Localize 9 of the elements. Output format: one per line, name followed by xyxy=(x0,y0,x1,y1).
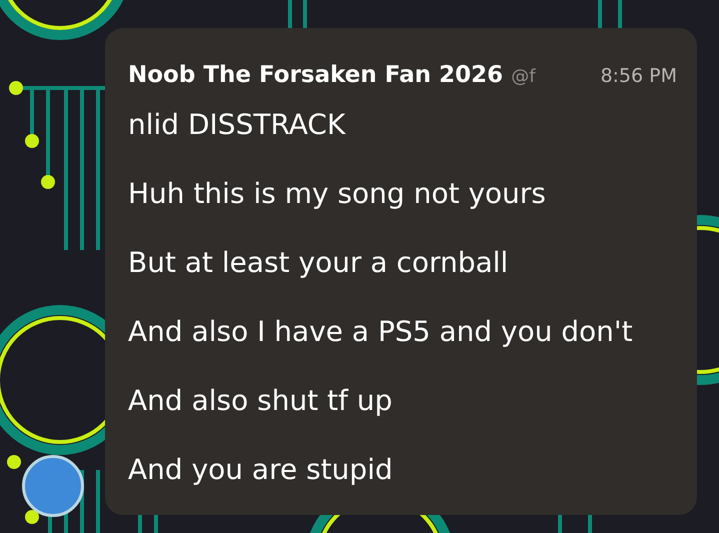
timestamp: 8:56 PM xyxy=(600,64,677,89)
message-text: But at least your a cornball xyxy=(128,246,510,278)
message-text: And also I have a PS5 and you don't xyxy=(128,316,634,348)
message-text: And also shut tf up xyxy=(128,384,394,416)
author-name[interactable]: Noob The Forsaken Fan 2026 xyxy=(128,58,504,92)
message-text: Huh this is my song not yours xyxy=(128,178,547,210)
author-handle: @f xyxy=(511,65,536,89)
message-text: And you are stupid xyxy=(128,454,394,486)
message-text: nlid DISSTRACK xyxy=(128,108,347,140)
